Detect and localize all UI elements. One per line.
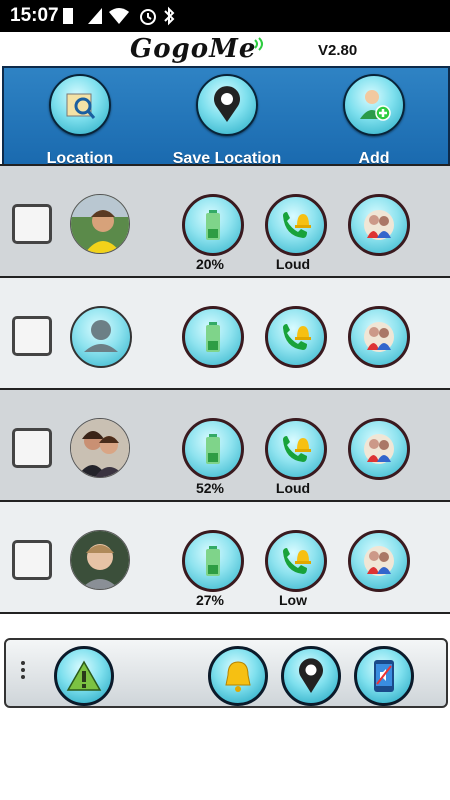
bell-icon <box>225 661 251 692</box>
bottom-action-bar <box>4 638 448 708</box>
save-location-button[interactable]: Save Location <box>157 74 297 168</box>
app-version: V2.80 <box>318 42 358 59</box>
phone-bell-icon <box>283 324 311 350</box>
battery-button[interactable] <box>182 530 244 592</box>
family-button[interactable] <box>348 530 410 592</box>
battery-button[interactable] <box>182 306 244 368</box>
app-header: GogoMe V2.80 <box>0 32 450 68</box>
battery-button[interactable] <box>182 418 244 480</box>
add-button[interactable]: Add <box>304 74 444 168</box>
top-toolbar: Location Save Location Add <box>2 66 450 168</box>
ring-mode-button[interactable] <box>265 306 327 368</box>
ring-mode-button[interactable] <box>265 418 327 480</box>
phone-bell-icon <box>283 212 311 238</box>
signal-waves-icon <box>254 37 263 51</box>
sim-icon <box>63 8 73 24</box>
status-bar: 15:07 <box>0 0 450 32</box>
battery-level: 27% <box>195 592 225 608</box>
battery-button[interactable] <box>182 194 244 256</box>
member-avatar[interactable] <box>70 530 130 590</box>
ring-mode-label: Loud <box>275 480 311 496</box>
member-avatar[interactable] <box>70 418 130 478</box>
member-checkbox[interactable] <box>12 428 52 468</box>
menu-dots-icon[interactable] <box>20 658 26 688</box>
battery-level: 20% <box>195 256 225 272</box>
member-checkbox[interactable] <box>12 204 52 244</box>
location-button[interactable]: Location <box>10 74 150 168</box>
phone-mute-icon <box>374 660 394 692</box>
map-search-icon <box>49 74 111 136</box>
member-avatar[interactable] <box>70 306 132 368</box>
family-button[interactable] <box>348 418 410 480</box>
ring-mode-button[interactable] <box>265 530 327 592</box>
battery-icon <box>206 434 220 464</box>
battery-icon <box>206 546 220 576</box>
add-user-icon <box>343 74 405 136</box>
bluetooth-icon <box>164 6 175 26</box>
ring-mode-label: Loud <box>275 256 311 272</box>
location-pin-icon <box>196 74 258 136</box>
battery-icon <box>206 322 220 352</box>
family-icon <box>364 322 394 352</box>
member-checkbox[interactable] <box>12 540 52 580</box>
member-avatar[interactable] <box>70 194 130 254</box>
app-logo: GogoMe <box>130 34 257 64</box>
member-row: 20% Loud <box>0 164 450 278</box>
location-pin-icon <box>299 658 323 693</box>
ring-mode-button[interactable] <box>265 194 327 256</box>
wifi-icon <box>109 8 129 24</box>
alarm-icon <box>140 9 156 25</box>
family-icon <box>364 210 394 240</box>
family-icon <box>364 546 394 576</box>
ring-mode-label: Low <box>279 592 307 608</box>
family-button[interactable] <box>348 194 410 256</box>
phone-bell-icon <box>283 548 311 574</box>
warning-icon <box>66 660 102 691</box>
battery-icon <box>206 210 220 240</box>
mute-phone-button[interactable] <box>354 646 414 706</box>
signal-icon <box>88 8 102 24</box>
locate-all-button[interactable] <box>281 646 341 706</box>
member-row <box>0 276 450 390</box>
member-row: 52% Loud <box>0 388 450 502</box>
battery-level: 52% <box>195 480 225 496</box>
member-row: 27% Low <box>0 500 450 614</box>
ring-all-button[interactable] <box>208 646 268 706</box>
phone-bell-icon <box>283 436 311 462</box>
sos-alert-button[interactable] <box>54 646 114 706</box>
person-placeholder-icon <box>84 320 118 352</box>
member-checkbox[interactable] <box>12 316 52 356</box>
family-icon <box>364 434 394 464</box>
status-time: 15:07 <box>10 5 59 26</box>
family-button[interactable] <box>348 306 410 368</box>
